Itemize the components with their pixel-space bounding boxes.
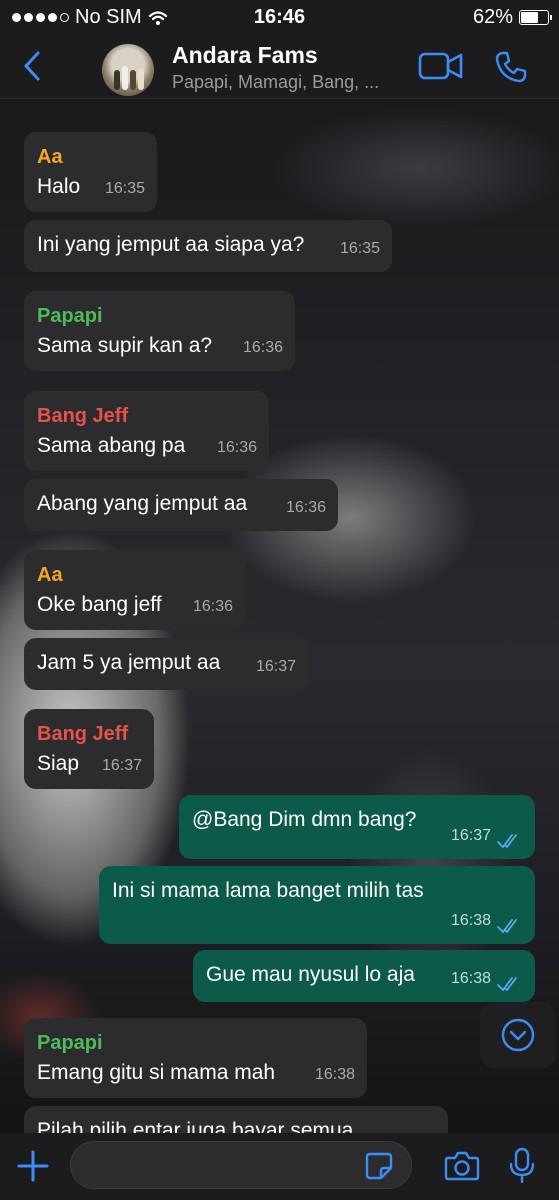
message-time: 16:37 xyxy=(255,658,296,675)
message-composer xyxy=(0,1133,559,1200)
message-time: 16:37 xyxy=(450,827,491,844)
message-time: 16:36 xyxy=(216,439,257,456)
chevron-down-circle-icon xyxy=(501,1018,535,1052)
message-time: 16:38 xyxy=(450,970,491,987)
message-time: 16:38 xyxy=(450,912,491,929)
video-call-icon[interactable] xyxy=(418,52,464,80)
read-receipt-icon xyxy=(497,919,517,934)
message-text: Ini si mama lama banget milih tas xyxy=(112,879,424,902)
incoming-message-bubble[interactable]: Papapi Emang gitu si mama mah 16:38 xyxy=(24,1018,367,1098)
phone-icon[interactable] xyxy=(494,50,528,84)
incoming-message-bubble[interactable]: Abang yang jemput aa 16:36 xyxy=(24,479,338,531)
battery-status: 62% xyxy=(472,6,552,29)
message-text: Emang gitu si mama mah xyxy=(37,1061,276,1084)
message-time: 16:35 xyxy=(104,180,145,197)
message-sender[interactable]: Bang Jeff xyxy=(37,721,140,747)
message-sender[interactable]: Aa xyxy=(37,144,143,170)
message-text: Ini yang jemput aa siapa ya? xyxy=(37,233,305,256)
read-receipt-icon xyxy=(497,977,517,992)
incoming-message-bubble[interactable]: Aa Halo 16:35 xyxy=(24,132,157,212)
message-sender[interactable]: Bang Jeff xyxy=(37,403,255,429)
message-time: 16:35 xyxy=(339,240,380,257)
message-sender[interactable]: Papapi xyxy=(37,1030,353,1056)
outgoing-message-bubble[interactable]: @Bang Dim dmn bang? 16:37 xyxy=(179,795,535,859)
camera-icon[interactable] xyxy=(444,1150,480,1182)
chat-wallpaper: Aa Halo 16:35 Ini yang jemput aa siapa ya? 1… xyxy=(0,98,559,1133)
message-text: Abang yang jemput aa xyxy=(37,492,248,515)
chevron-left-icon[interactable] xyxy=(18,48,46,84)
message-time: 16:36 xyxy=(192,598,233,615)
message-text: Pilah pilih entar juga bayar semua xyxy=(37,1119,354,1133)
message-sender[interactable]: Papapi xyxy=(37,303,281,329)
group-avatar[interactable] xyxy=(102,44,154,96)
scroll-to-bottom-button[interactable] xyxy=(480,1002,556,1068)
message-time: 16:38 xyxy=(314,1066,355,1083)
chat-title[interactable]: Andara Fams xyxy=(172,42,318,69)
message-time: 16:37 xyxy=(101,757,142,774)
chat-header: Andara Fams Papapi, Mamagi, Bang, ... xyxy=(0,34,559,99)
microphone-icon[interactable] xyxy=(508,1147,536,1185)
incoming-message-bubble[interactable]: Bang Jeff Siap 16:37 xyxy=(24,709,154,789)
plus-icon[interactable] xyxy=(16,1149,50,1183)
incoming-message-bubble[interactable]: Bang Jeff Sama abang pa 16:36 xyxy=(24,391,269,471)
message-input[interactable] xyxy=(70,1141,412,1189)
message-sender[interactable]: Aa xyxy=(37,562,231,588)
battery-percent: 62% xyxy=(472,6,513,28)
outgoing-message-bubble[interactable]: Gue mau nyusul lo aja 16:38 xyxy=(193,950,535,1002)
sticker-icon[interactable] xyxy=(364,1151,394,1181)
incoming-message-bubble[interactable]: Pilah pilih entar juga bayar semua xyxy=(24,1106,448,1133)
incoming-message-bubble[interactable]: Ini yang jemput aa siapa ya? 16:35 xyxy=(24,220,392,272)
outgoing-message-bubble[interactable]: Ini si mama lama banget milih tas 16:38 xyxy=(99,866,535,944)
message-time: 16:36 xyxy=(285,499,326,516)
message-time: 16:36 xyxy=(242,339,283,356)
incoming-message-bubble[interactable]: Jam 5 ya jemput aa 16:37 xyxy=(24,638,308,690)
incoming-message-bubble[interactable]: Papapi Sama supir kan a? 16:36 xyxy=(24,291,295,371)
read-receipt-icon xyxy=(497,834,517,849)
incoming-message-bubble[interactable]: Aa Oke bang jeff 16:36 xyxy=(24,550,245,630)
battery-icon xyxy=(519,10,552,25)
status-bar: No SIM 16:46 62% xyxy=(0,0,559,34)
chat-members[interactable]: Papapi, Mamagi, Bang, ... xyxy=(172,72,379,93)
